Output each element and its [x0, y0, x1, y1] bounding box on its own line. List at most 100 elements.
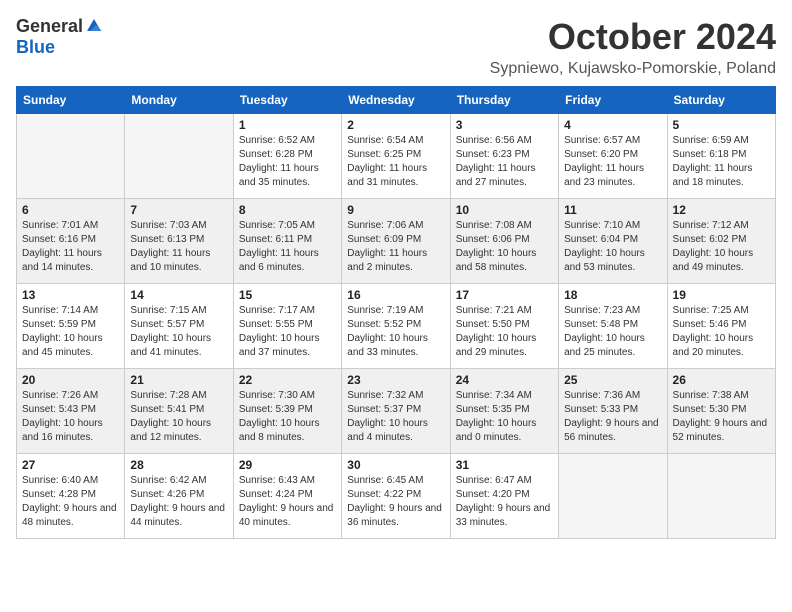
- table-row: 27Sunrise: 6:40 AM Sunset: 4:28 PM Dayli…: [17, 454, 125, 539]
- calendar-week-row: 20 Sunrise: 7:26 AM Sunset: 5:43 PM Dayli…: [17, 369, 776, 454]
- day-info: Sunrise: 7:26 AM Sunset: 5:43 PM Dayligh…: [22, 389, 119, 445]
- day-info: Sunrise: 7:30 AM Sunset: 5:39 PM Dayligh…: [239, 389, 336, 445]
- table-row: 5 Sunrise: 6:59 AM Sunset: 6:18 PM Daylig…: [667, 114, 775, 199]
- day-number: 1: [239, 118, 336, 132]
- table-row: 25Sunrise: 7:36 AM Sunset: 5:33 PM Dayli…: [559, 369, 667, 454]
- day-number: 27: [22, 458, 119, 472]
- day-number: 5: [673, 118, 770, 132]
- day-number: 29: [239, 458, 336, 472]
- table-row: 6Sunrise: 7:01 AM Sunset: 6:16 PM Daylig…: [17, 199, 125, 284]
- table-row: 12 Sunrise: 7:12 AM Sunset: 6:02 PM Dayli…: [667, 199, 775, 284]
- day-info: Sunrise: 7:23 AM Sunset: 5:48 PM Dayligh…: [564, 304, 661, 360]
- day-number: 2: [347, 118, 444, 132]
- day-info: Sunrise: 6:57 AM Sunset: 6:20 PM Dayligh…: [564, 134, 661, 190]
- calendar-week-row: 27Sunrise: 6:40 AM Sunset: 4:28 PM Dayli…: [17, 454, 776, 539]
- table-row: 11Sunrise: 7:10 AM Sunset: 6:04 PM Dayli…: [559, 199, 667, 284]
- day-number: 4: [564, 118, 661, 132]
- day-info: Sunrise: 7:32 AM Sunset: 5:37 PM Dayligh…: [347, 389, 444, 445]
- col-tuesday: Tuesday: [233, 87, 341, 114]
- day-info: Sunrise: 7:34 AM Sunset: 5:35 PM Dayligh…: [456, 389, 553, 445]
- day-number: 19: [673, 288, 770, 302]
- table-row: 7 Sunrise: 7:03 AM Sunset: 6:13 PM Daylig…: [125, 199, 233, 284]
- day-info: Sunrise: 7:28 AM Sunset: 5:41 PM Dayligh…: [130, 389, 227, 445]
- col-wednesday: Wednesday: [342, 87, 450, 114]
- table-row: 22 Sunrise: 7:30 AM Sunset: 5:39 PM Dayli…: [233, 369, 341, 454]
- day-number: 25: [564, 373, 661, 387]
- day-number: 18: [564, 288, 661, 302]
- table-row: 13Sunrise: 7:14 AM Sunset: 5:59 PM Dayli…: [17, 284, 125, 369]
- day-info: Sunrise: 6:59 AM Sunset: 6:18 PM Dayligh…: [673, 134, 770, 190]
- calendar-week-row: 6Sunrise: 7:01 AM Sunset: 6:16 PM Daylig…: [17, 199, 776, 284]
- table-row: 21 Sunrise: 7:28 AM Sunset: 5:41 PM Dayli…: [125, 369, 233, 454]
- col-thursday: Thursday: [450, 87, 558, 114]
- day-info: Sunrise: 7:08 AM Sunset: 6:06 PM Dayligh…: [456, 219, 553, 275]
- day-number: 6: [22, 203, 119, 217]
- table-row: 10 Sunrise: 7:08 AM Sunset: 6:06 PM Dayli…: [450, 199, 558, 284]
- day-number: 10: [456, 203, 553, 217]
- logo-icon: [85, 17, 103, 35]
- table-row: 23 Sunrise: 7:32 AM Sunset: 5:37 PM Dayli…: [342, 369, 450, 454]
- table-row: [17, 114, 125, 199]
- table-row: 18 Sunrise: 7:23 AM Sunset: 5:48 PM Dayli…: [559, 284, 667, 369]
- title-block: October 2024 Sypniewo, Kujawsko-Pomorski…: [490, 16, 776, 78]
- table-row: 29 Sunrise: 6:43 AM Sunset: 4:24 PM Dayli…: [233, 454, 341, 539]
- col-monday: Monday: [125, 87, 233, 114]
- day-number: 31: [456, 458, 553, 472]
- day-info: Sunrise: 6:42 AM Sunset: 4:26 PM Dayligh…: [130, 474, 227, 530]
- day-info: Sunrise: 6:52 AM Sunset: 6:28 PM Dayligh…: [239, 134, 336, 190]
- table-row: 2 Sunrise: 6:54 AM Sunset: 6:25 PM Daylig…: [342, 114, 450, 199]
- col-saturday: Saturday: [667, 87, 775, 114]
- day-number: 12: [673, 203, 770, 217]
- day-info: Sunrise: 7:03 AM Sunset: 6:13 PM Dayligh…: [130, 219, 227, 275]
- table-row: 20 Sunrise: 7:26 AM Sunset: 5:43 PM Dayli…: [17, 369, 125, 454]
- day-number: 23: [347, 373, 444, 387]
- day-info: Sunrise: 6:56 AM Sunset: 6:23 PM Dayligh…: [456, 134, 553, 190]
- table-row: 9Sunrise: 7:06 AM Sunset: 6:09 PM Daylig…: [342, 199, 450, 284]
- table-row: [559, 454, 667, 539]
- table-row: 4 Sunrise: 6:57 AM Sunset: 6:20 PM Daylig…: [559, 114, 667, 199]
- day-number: 15: [239, 288, 336, 302]
- day-number: 9: [347, 203, 444, 217]
- day-info: Sunrise: 7:05 AM Sunset: 6:11 PM Dayligh…: [239, 219, 336, 275]
- table-row: 16Sunrise: 7:19 AM Sunset: 5:52 PM Dayli…: [342, 284, 450, 369]
- table-row: 1 Sunrise: 6:52 AM Sunset: 6:28 PM Daylig…: [233, 114, 341, 199]
- day-info: Sunrise: 7:10 AM Sunset: 6:04 PM Dayligh…: [564, 219, 661, 275]
- day-number: 3: [456, 118, 553, 132]
- page-title: October 2024: [490, 16, 776, 58]
- table-row: 15 Sunrise: 7:17 AM Sunset: 5:55 PM Dayli…: [233, 284, 341, 369]
- day-number: 20: [22, 373, 119, 387]
- table-row: 24 Sunrise: 7:34 AM Sunset: 5:35 PM Dayli…: [450, 369, 558, 454]
- table-row: 30 Sunrise: 6:45 AM Sunset: 4:22 PM Dayli…: [342, 454, 450, 539]
- table-row: [125, 114, 233, 199]
- day-info: Sunrise: 7:38 AM Sunset: 5:30 PM Dayligh…: [673, 389, 770, 445]
- calendar-table: Sunday Monday Tuesday Wednesday Thursday…: [16, 86, 776, 539]
- day-number: 7: [130, 203, 227, 217]
- day-info: Sunrise: 7:17 AM Sunset: 5:55 PM Dayligh…: [239, 304, 336, 360]
- day-info: Sunrise: 7:21 AM Sunset: 5:50 PM Dayligh…: [456, 304, 553, 360]
- logo-general: General: [16, 16, 83, 37]
- logo: General Blue: [16, 16, 103, 58]
- day-info: Sunrise: 7:15 AM Sunset: 5:57 PM Dayligh…: [130, 304, 227, 360]
- day-info: Sunrise: 6:43 AM Sunset: 4:24 PM Dayligh…: [239, 474, 336, 530]
- day-info: Sunrise: 6:45 AM Sunset: 4:22 PM Dayligh…: [347, 474, 444, 530]
- col-sunday: Sunday: [17, 87, 125, 114]
- day-info: Sunrise: 6:54 AM Sunset: 6:25 PM Dayligh…: [347, 134, 444, 190]
- day-info: Sunrise: 7:12 AM Sunset: 6:02 PM Dayligh…: [673, 219, 770, 275]
- day-number: 17: [456, 288, 553, 302]
- table-row: 3 Sunrise: 6:56 AM Sunset: 6:23 PM Daylig…: [450, 114, 558, 199]
- day-number: 16: [347, 288, 444, 302]
- table-row: 26 Sunrise: 7:38 AM Sunset: 5:30 PM Dayli…: [667, 369, 775, 454]
- day-number: 24: [456, 373, 553, 387]
- table-row: 8Sunrise: 7:05 AM Sunset: 6:11 PM Daylig…: [233, 199, 341, 284]
- day-number: 30: [347, 458, 444, 472]
- table-row: 28Sunrise: 6:42 AM Sunset: 4:26 PM Dayli…: [125, 454, 233, 539]
- col-friday: Friday: [559, 87, 667, 114]
- calendar-header-row: Sunday Monday Tuesday Wednesday Thursday…: [17, 87, 776, 114]
- day-number: 26: [673, 373, 770, 387]
- page-header: General Blue October 2024 Sypniewo, Kuja…: [16, 16, 776, 78]
- table-row: [667, 454, 775, 539]
- day-number: 14: [130, 288, 227, 302]
- day-number: 21: [130, 373, 227, 387]
- logo-blue: Blue: [16, 37, 55, 58]
- day-number: 22: [239, 373, 336, 387]
